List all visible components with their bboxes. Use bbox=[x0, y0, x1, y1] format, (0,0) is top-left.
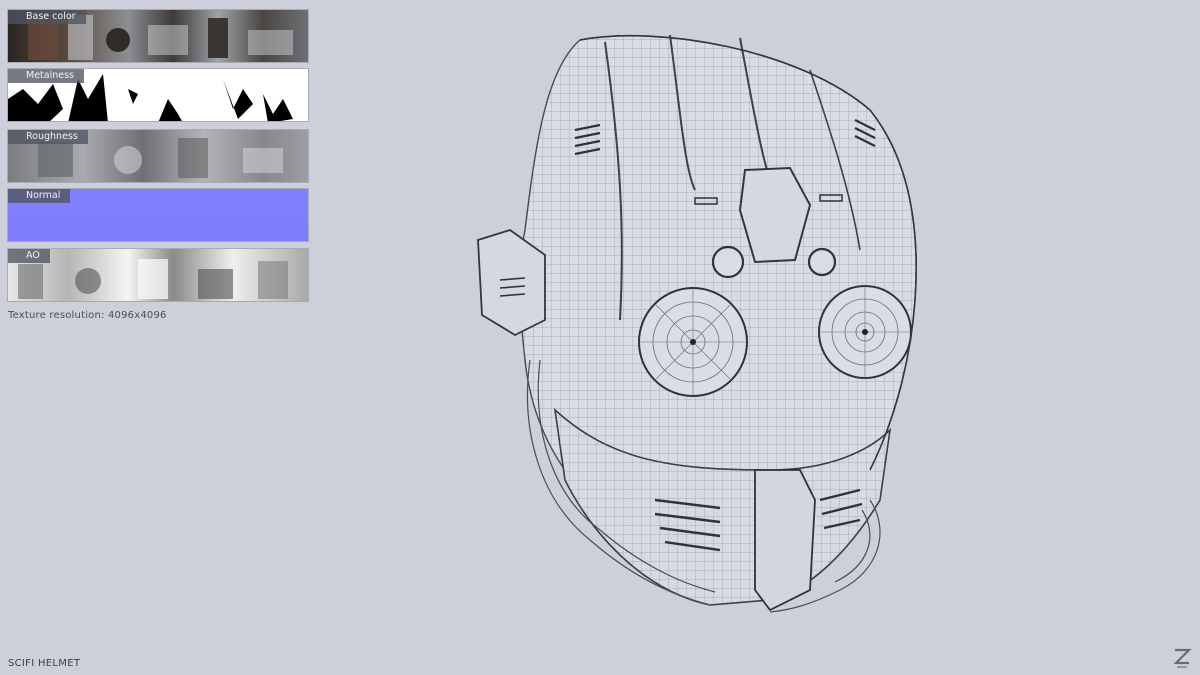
ao-texture bbox=[18, 259, 288, 299]
texture-resolution-text: Texture resolution: 4096x4096 bbox=[8, 310, 167, 321]
helmet-wireframe bbox=[477, 34, 917, 613]
texture-panel-ao: AO bbox=[7, 248, 309, 302]
panel-label: Normal bbox=[8, 189, 71, 203]
panel-label: Metalness bbox=[8, 69, 84, 83]
texture-panel-normal: Normal bbox=[7, 188, 309, 242]
model-title: SCIFI HELMET bbox=[8, 658, 81, 669]
texture-panel-metalness: Metalness bbox=[7, 68, 309, 122]
z-logo-icon bbox=[1173, 648, 1192, 668]
panel-label: Base color bbox=[8, 10, 86, 24]
panel-label: Roughness bbox=[8, 130, 88, 144]
texture-panel-base-color: Base color bbox=[7, 9, 309, 63]
panel-label: AO bbox=[8, 249, 50, 263]
texture-panel-roughness: Roughness bbox=[7, 129, 309, 183]
